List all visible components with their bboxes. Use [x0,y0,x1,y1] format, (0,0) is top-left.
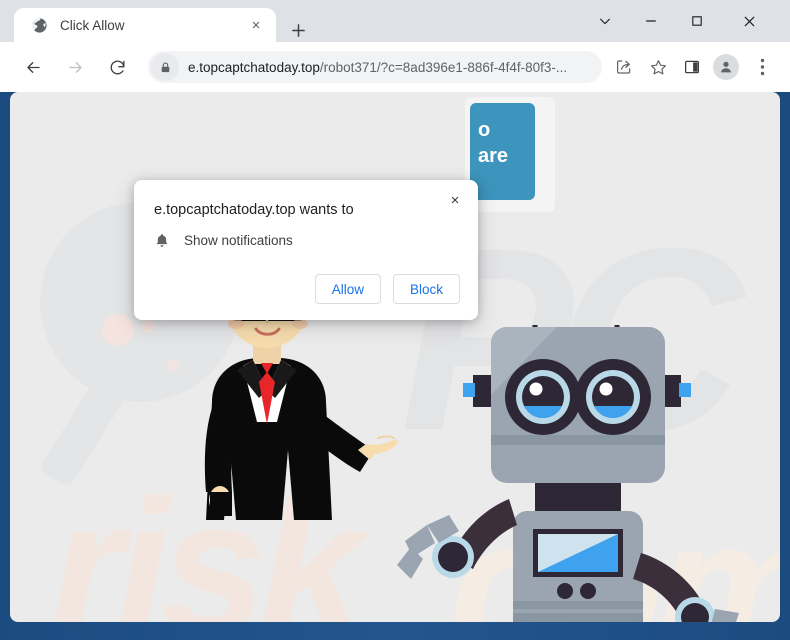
permission-row: Show notifications [154,232,293,249]
star-icon[interactable] [642,51,674,83]
url-text: e.topcaptchatoday.top/robot371/?c=8ad396… [188,60,602,75]
browser-window: Click Allow × e.topcaptchatoday.top/robo… [0,0,790,640]
lock-icon[interactable] [151,53,179,81]
new-tab-button[interactable] [284,16,312,44]
page-viewport: PC risk .com o are [10,92,780,622]
three-dot-menu-icon[interactable] [746,51,778,83]
back-button[interactable] [16,50,50,84]
dialog-close-icon[interactable]: × [442,187,468,213]
close-window-button[interactable] [726,0,772,42]
side-panel-icon[interactable] [676,51,708,83]
permission-label: Show notifications [184,233,293,248]
blue-cta-box[interactable]: o are [470,103,535,200]
maximize-button[interactable] [674,0,720,42]
address-bar[interactable]: e.topcaptchatoday.top/robot371/?c=8ad396… [148,51,602,83]
profile-avatar-icon[interactable] [710,51,742,83]
tab-strip: Click Allow × [0,0,790,42]
page-background: PC risk .com o are [10,92,780,622]
minimize-button[interactable] [628,0,674,42]
tab-close-icon[interactable]: × [244,13,268,37]
globe-icon [30,16,48,34]
notification-permission-dialog: × e.topcaptchatoday.top wants to Show no… [134,180,478,320]
forward-button [58,50,92,84]
browser-tab[interactable]: Click Allow × [14,8,276,42]
browser-toolbar: e.topcaptchatoday.top/robot371/?c=8ad396… [0,42,790,92]
reload-button[interactable] [100,50,134,84]
dialog-actions: Allow Block [303,274,460,304]
tab-title: Click Allow [60,17,125,33]
tab-search-button[interactable] [582,0,628,42]
robot-illustration [395,317,780,622]
url-path: /robot371/?c=8ad396e1-886f-4f4f-80f3-... [319,59,568,75]
url-domain: e.topcaptchatoday.top [188,59,320,75]
share-icon[interactable] [608,51,640,83]
avatar [713,54,739,80]
bell-icon [154,232,170,249]
block-button[interactable]: Block [392,274,460,304]
bubble-decoration [102,314,134,346]
allow-button[interactable]: Allow [314,274,381,304]
dialog-title: e.topcaptchatoday.top wants to [154,202,354,218]
